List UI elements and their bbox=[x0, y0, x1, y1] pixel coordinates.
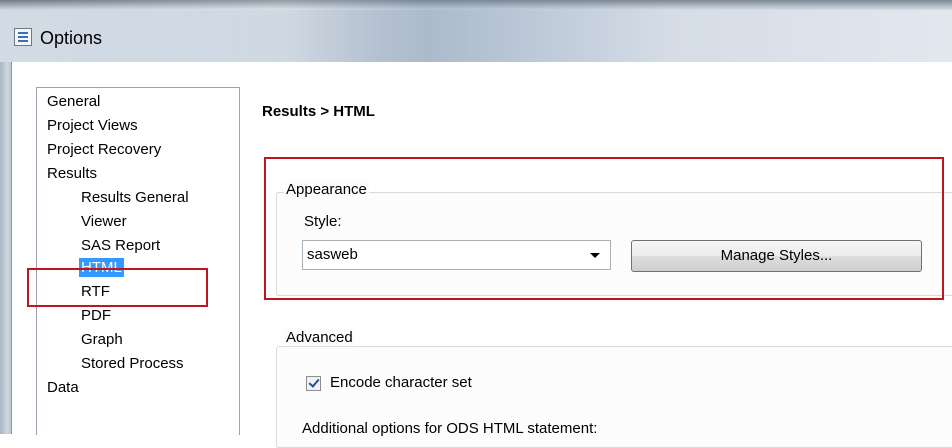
advanced-group-label: Advanced bbox=[284, 329, 355, 346]
tree-item-results-general[interactable]: Results General bbox=[81, 186, 189, 209]
tree-item-stored-process[interactable]: Stored Process bbox=[81, 352, 184, 375]
highlight-box-html bbox=[27, 268, 208, 307]
tree-item-viewer[interactable]: Viewer bbox=[81, 210, 127, 233]
additional-options-label: Additional options for ODS HTML statemen… bbox=[302, 420, 598, 437]
tree-item-graph[interactable]: Graph bbox=[81, 328, 123, 351]
page-title: Results > HTML bbox=[262, 103, 375, 120]
encode-character-set-checkbox[interactable] bbox=[306, 376, 321, 391]
tree-item-project-recovery[interactable]: Project Recovery bbox=[47, 138, 161, 161]
window-title: Options bbox=[40, 28, 103, 48]
highlight-box-appearance bbox=[264, 157, 944, 300]
window-frame-border bbox=[11, 62, 12, 434]
options-tree[interactable]: General Project Views Project Recovery R… bbox=[36, 87, 240, 435]
tree-item-sas-report[interactable]: SAS Report bbox=[81, 234, 160, 257]
encode-character-set-label[interactable]: Encode character set bbox=[330, 374, 472, 391]
tree-item-general[interactable]: General bbox=[47, 90, 100, 113]
window-title-bar[interactable] bbox=[0, 0, 952, 62]
tree-item-pdf[interactable]: PDF bbox=[81, 304, 111, 327]
tree-item-results[interactable]: Results bbox=[47, 162, 97, 185]
options-app-icon bbox=[14, 28, 32, 46]
tree-item-project-views[interactable]: Project Views bbox=[47, 114, 138, 137]
tree-item-data[interactable]: Data bbox=[47, 376, 79, 399]
